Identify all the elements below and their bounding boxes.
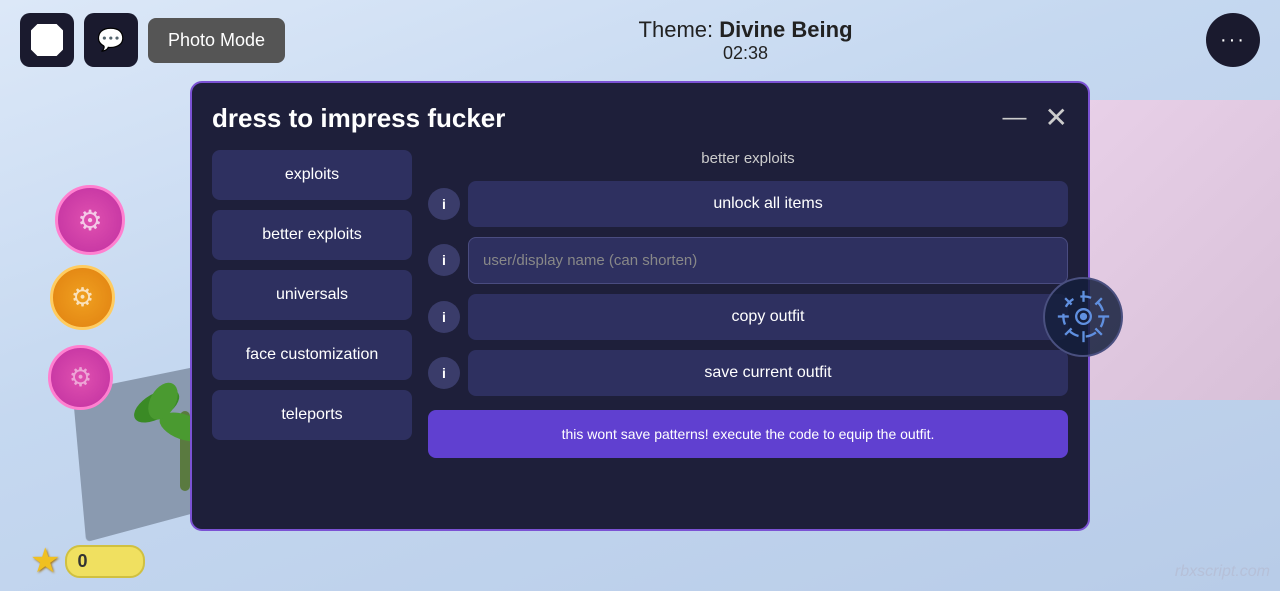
copy-outfit-info-button[interactable]: i (428, 301, 460, 333)
modal-body: exploits better exploits universals face… (212, 150, 1068, 458)
name-input[interactable] (468, 237, 1068, 284)
name-info-button[interactable]: i (428, 244, 460, 276)
unlock-all-button[interactable]: unlock all items (468, 181, 1068, 227)
unlock-all-info-button[interactable]: i (428, 188, 460, 220)
modal-content: better exploits i unlock all items i i c… (428, 150, 1068, 458)
nav-exploits[interactable]: exploits (212, 150, 412, 200)
nav-better-exploits[interactable]: better exploits (212, 210, 412, 260)
modal: dress to impress fucker — ✕ exploits bet… (190, 81, 1090, 531)
save-outfit-info-button[interactable]: i (428, 357, 460, 389)
crosshair-overlay (1043, 277, 1123, 357)
modal-header: dress to impress fucker — ✕ (212, 103, 1068, 134)
name-input-row: i (428, 237, 1068, 284)
minimize-button[interactable]: — (995, 106, 1035, 130)
copy-outfit-wrapper: i copy outfit (428, 294, 1068, 340)
section-label: better exploits (428, 150, 1068, 167)
nav-face-customization[interactable]: face customization (212, 330, 412, 380)
copy-outfit-row: i copy outfit (428, 294, 1068, 340)
save-outfit-button[interactable]: save current outfit (468, 350, 1068, 396)
close-button[interactable]: ✕ (1045, 104, 1068, 132)
execute-note-button[interactable]: this wont save patterns! execute the cod… (428, 410, 1068, 458)
modal-overlay: dress to impress fucker — ✕ exploits bet… (0, 0, 1280, 591)
modal-controls: — ✕ (995, 104, 1068, 132)
modal-nav: exploits better exploits universals face… (212, 150, 412, 458)
modal-title: dress to impress fucker (212, 103, 505, 134)
copy-outfit-button[interactable]: copy outfit (468, 294, 1068, 340)
nav-universals[interactable]: universals (212, 270, 412, 320)
unlock-all-row: i unlock all items (428, 181, 1068, 227)
crosshair-icon (1056, 289, 1111, 344)
nav-teleports[interactable]: teleports (212, 390, 412, 440)
save-outfit-row: i save current outfit (428, 350, 1068, 396)
